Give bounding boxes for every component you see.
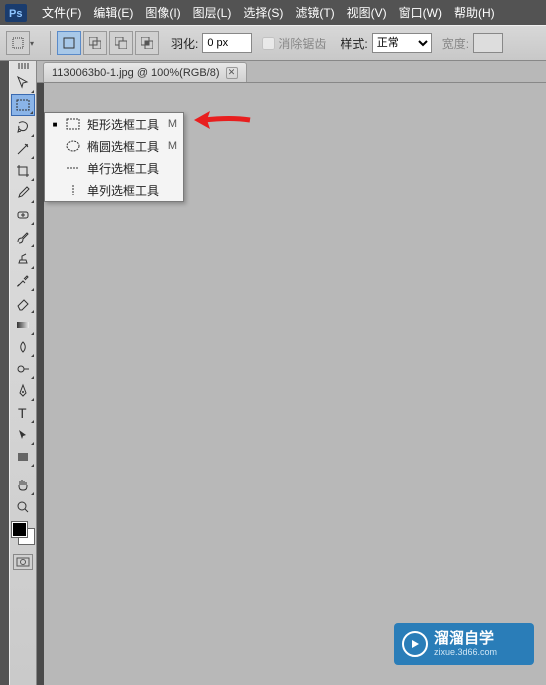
- document-tab[interactable]: 1130063b0-1.jpg @ 100%(RGB/8) ✕: [43, 62, 247, 82]
- flyout-single-column-marquee[interactable]: 单列选框工具: [45, 179, 183, 201]
- pen-tool[interactable]: [11, 380, 35, 402]
- menu-edit[interactable]: 编辑(E): [87, 0, 139, 25]
- svg-text:Ps: Ps: [9, 8, 22, 20]
- flyout-item-shortcut: M: [168, 140, 177, 152]
- col-marquee-icon: [65, 182, 81, 198]
- watermark-title: 溜溜自学: [434, 631, 497, 646]
- brush-tool[interactable]: [11, 226, 35, 248]
- color-swatches[interactable]: [12, 522, 34, 544]
- type-tool[interactable]: T: [11, 402, 35, 424]
- flyout-item-shortcut: M: [168, 118, 177, 130]
- play-icon: [402, 631, 428, 657]
- width-input: [473, 33, 503, 53]
- rect-marquee-icon: [65, 116, 81, 132]
- flyout-item-label: 单行选框工具: [87, 160, 171, 177]
- eyedropper-tool[interactable]: [11, 182, 35, 204]
- watermark-badge: 溜溜自学 zixue.3d66.com: [394, 623, 534, 665]
- ps-logo-icon: Ps: [4, 3, 28, 23]
- tool-preset-button[interactable]: [6, 31, 30, 55]
- menu-window[interactable]: 窗口(W): [393, 0, 448, 25]
- foreground-color-swatch[interactable]: [12, 522, 27, 537]
- style-select[interactable]: 正常: [372, 33, 432, 53]
- hand-tool[interactable]: [11, 474, 35, 496]
- width-label: 宽度:: [442, 35, 469, 52]
- left-gutter: [0, 61, 9, 685]
- magic-wand-tool[interactable]: [11, 138, 35, 160]
- svg-text:T: T: [18, 405, 27, 421]
- selection-intersect-button[interactable]: [135, 31, 159, 55]
- ellipse-marquee-icon: [65, 138, 81, 154]
- clone-stamp-tool[interactable]: [11, 248, 35, 270]
- watermark-sub: zixue.3d66.com: [434, 648, 497, 657]
- flyout-rectangular-marquee[interactable]: ■ 矩形选框工具 M: [45, 113, 183, 135]
- menu-file[interactable]: 文件(F): [36, 0, 87, 25]
- marquee-tool-flyout: ■ 矩形选框工具 M 椭圆选框工具 M 单行选框工具 单列选框工具: [44, 112, 184, 202]
- feather-label: 羽化:: [171, 35, 198, 52]
- lasso-tool[interactable]: [11, 116, 35, 138]
- menu-view[interactable]: 视图(V): [341, 0, 393, 25]
- path-selection-tool[interactable]: [11, 424, 35, 446]
- selection-subtract-button[interactable]: [109, 31, 133, 55]
- flyout-item-label: 矩形选框工具: [87, 116, 162, 133]
- menu-select[interactable]: 选择(S): [237, 0, 289, 25]
- row-marquee-icon: [65, 160, 81, 176]
- crop-tool[interactable]: [11, 160, 35, 182]
- flyout-item-label: 椭圆选框工具: [87, 138, 162, 155]
- close-tab-button[interactable]: ✕: [226, 67, 238, 79]
- smudge-tool[interactable]: [11, 336, 35, 358]
- flyout-single-row-marquee[interactable]: 单行选框工具: [45, 157, 183, 179]
- feather-input[interactable]: [202, 33, 252, 53]
- history-brush-tool[interactable]: [11, 270, 35, 292]
- style-label: 样式:: [340, 35, 367, 52]
- document-tab-bar: 1130063b0-1.jpg @ 100%(RGB/8) ✕: [37, 61, 546, 83]
- menu-image[interactable]: 图像(I): [139, 0, 186, 25]
- toolbox: T: [9, 61, 37, 685]
- options-bar: ▾ 羽化: 消除锯齿 样式: 正常 宽度:: [0, 25, 546, 61]
- quick-mask-button[interactable]: [13, 554, 33, 570]
- annotation-arrow-icon: [192, 108, 252, 137]
- zoom-tool[interactable]: [11, 496, 35, 518]
- canvas-dark-strip: [37, 83, 44, 685]
- flyout-elliptical-marquee[interactable]: 椭圆选框工具 M: [45, 135, 183, 157]
- rectangle-shape-tool[interactable]: [11, 446, 35, 468]
- flyout-selected-dot-icon: ■: [51, 120, 59, 129]
- selection-mode-group: [57, 31, 161, 55]
- document-tab-title: 1130063b0-1.jpg @ 100%(RGB/8): [52, 67, 220, 79]
- menubar: Ps 文件(F) 编辑(E) 图像(I) 图层(L) 选择(S) 滤镜(T) 视…: [0, 0, 546, 25]
- menu-filter[interactable]: 滤镜(T): [289, 0, 340, 25]
- eraser-tool[interactable]: [11, 292, 35, 314]
- selection-new-button[interactable]: [57, 31, 81, 55]
- selection-add-button[interactable]: [83, 31, 107, 55]
- antialias-checkbox: [262, 37, 275, 50]
- rectangular-marquee-tool[interactable]: [11, 94, 35, 116]
- menu-help[interactable]: 帮助(H): [448, 0, 501, 25]
- antialias-label: 消除锯齿: [278, 35, 326, 52]
- menu-layer[interactable]: 图层(L): [187, 0, 238, 25]
- flyout-item-label: 单列选框工具: [87, 182, 171, 199]
- toolbox-grip-icon[interactable]: [11, 63, 35, 70]
- healing-brush-tool[interactable]: [11, 204, 35, 226]
- gradient-tool[interactable]: [11, 314, 35, 336]
- dodge-tool[interactable]: [11, 358, 35, 380]
- move-tool[interactable]: [11, 72, 35, 94]
